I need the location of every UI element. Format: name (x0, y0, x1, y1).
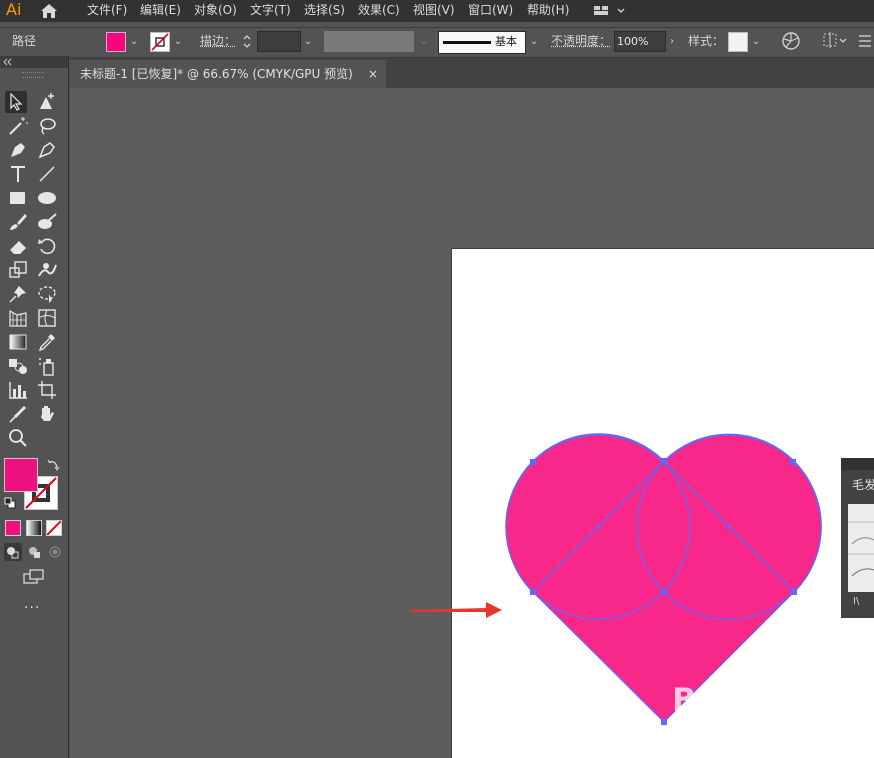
rotate-icon (38, 238, 56, 255)
rotate-tool[interactable] (36, 235, 58, 257)
lasso-icon (40, 118, 56, 135)
pen-tool[interactable] (7, 139, 29, 161)
brush-icon (10, 214, 27, 230)
draw-behind-button[interactable] (25, 543, 43, 561)
draw-behind-icon (29, 547, 40, 558)
line-icon (39, 166, 55, 182)
slice-tool[interactable] (7, 403, 29, 425)
gradient-tool[interactable] (7, 331, 29, 353)
selection-arrow-icon (10, 92, 23, 111)
tools-panel-header[interactable] (0, 56, 68, 68)
default-colors-icon (4, 497, 16, 509)
none-mode-button[interactable] (46, 520, 62, 536)
ellipse-tool[interactable] (36, 187, 58, 209)
hand-icon (41, 406, 54, 421)
edit-toolbar-button[interactable]: ··· (24, 600, 40, 616)
artwork-layer (410, 433, 822, 725)
brush-previews (848, 521, 874, 577)
anchor-point (530, 589, 536, 595)
artboard-tool[interactable] (36, 379, 58, 401)
curvature-pen-tool[interactable] (36, 91, 58, 113)
blob-brush-tool[interactable] (36, 211, 58, 233)
tools-grip[interactable] (22, 72, 44, 78)
blob-brush-icon (38, 213, 57, 229)
anchor-point (661, 589, 667, 595)
line-segment-tool[interactable] (36, 163, 58, 185)
gradient-icon (9, 334, 27, 350)
lasso-tool[interactable] (36, 115, 58, 137)
fill-color-box-front[interactable] (4, 458, 38, 492)
selection-tool[interactable] (5, 91, 27, 113)
perspective-grid-tool[interactable] (7, 307, 29, 329)
draw-inside-icon (49, 546, 61, 558)
magnifier-icon (9, 429, 27, 447)
artboard-icon (38, 381, 56, 399)
panel-header-bar[interactable] (841, 458, 874, 470)
center-point (596, 525, 600, 529)
rectangle-icon (10, 192, 25, 204)
symbol-sprayer-tool[interactable] (36, 355, 58, 377)
anchor-point (790, 459, 796, 465)
magic-wand-icon (9, 117, 28, 135)
watermark-logo: Bai經验 (672, 681, 798, 719)
none-slash-icon (46, 520, 62, 536)
perspective-grid-icon (9, 309, 27, 327)
screen-mode-icon (23, 569, 44, 584)
screen-mode-button[interactable] (22, 569, 46, 585)
zoom-tool[interactable] (7, 427, 29, 449)
ellipse-icon (38, 192, 56, 204)
eraser-icon (10, 241, 26, 254)
eyedropper-tool[interactable] (36, 331, 58, 353)
pen-icon (11, 143, 25, 157)
warp-icon (38, 263, 57, 277)
brush-library-menu-icon[interactable]: I\ (853, 596, 859, 607)
swap-arrow-icon (47, 459, 60, 471)
anchor-point (661, 458, 667, 464)
scale-icon (9, 261, 27, 278)
draw-inside-button[interactable] (46, 543, 64, 561)
anchor-point (661, 719, 667, 725)
magic-wand-tool[interactable] (7, 115, 29, 137)
draw-normal-icon (7, 547, 19, 559)
blend-tool[interactable] (7, 355, 29, 377)
blend-icon (9, 359, 27, 374)
center-point (727, 525, 731, 529)
anchor-point-tool[interactable] (36, 139, 58, 161)
color-mode-button[interactable] (5, 520, 21, 536)
default-fill-stroke-button[interactable] (4, 497, 16, 509)
pen-plus-icon (40, 93, 54, 109)
eraser-tool[interactable] (7, 235, 29, 257)
rectangle-tool[interactable] (7, 187, 29, 209)
annotation-arrow (410, 602, 502, 618)
swap-fill-stroke-button[interactable] (46, 458, 60, 472)
warp-tool[interactable] (36, 259, 58, 281)
column-graph-tool[interactable] (7, 379, 29, 401)
mesh-icon (38, 309, 56, 327)
pen-nib-icon (38, 142, 55, 159)
free-transform-tool[interactable] (36, 283, 58, 305)
spray-icon (39, 358, 54, 376)
panel-title: 毛发 (852, 478, 874, 492)
watermark-url: jingyan.baidu.com (676, 716, 787, 730)
knife-icon (9, 406, 26, 423)
mesh-tool[interactable] (36, 307, 58, 329)
anchor-point (791, 589, 797, 595)
type-icon (11, 166, 25, 182)
puppet-warp-tool[interactable] (7, 283, 29, 305)
anchor-point (530, 459, 536, 465)
pin-icon (9, 286, 26, 303)
eyedropper-icon (38, 334, 55, 352)
brush-list[interactable] (848, 504, 874, 592)
scale-tool[interactable] (7, 259, 29, 281)
hand-tool[interactable] (36, 403, 58, 425)
draw-normal-button[interactable] (4, 543, 22, 561)
free-transform-icon (38, 286, 56, 303)
gradient-mode-button[interactable] (26, 520, 42, 536)
type-tool[interactable] (7, 163, 29, 185)
bar-graph-icon (9, 382, 27, 399)
collapse-icon (3, 58, 12, 66)
paintbrush-tool[interactable] (7, 211, 29, 233)
